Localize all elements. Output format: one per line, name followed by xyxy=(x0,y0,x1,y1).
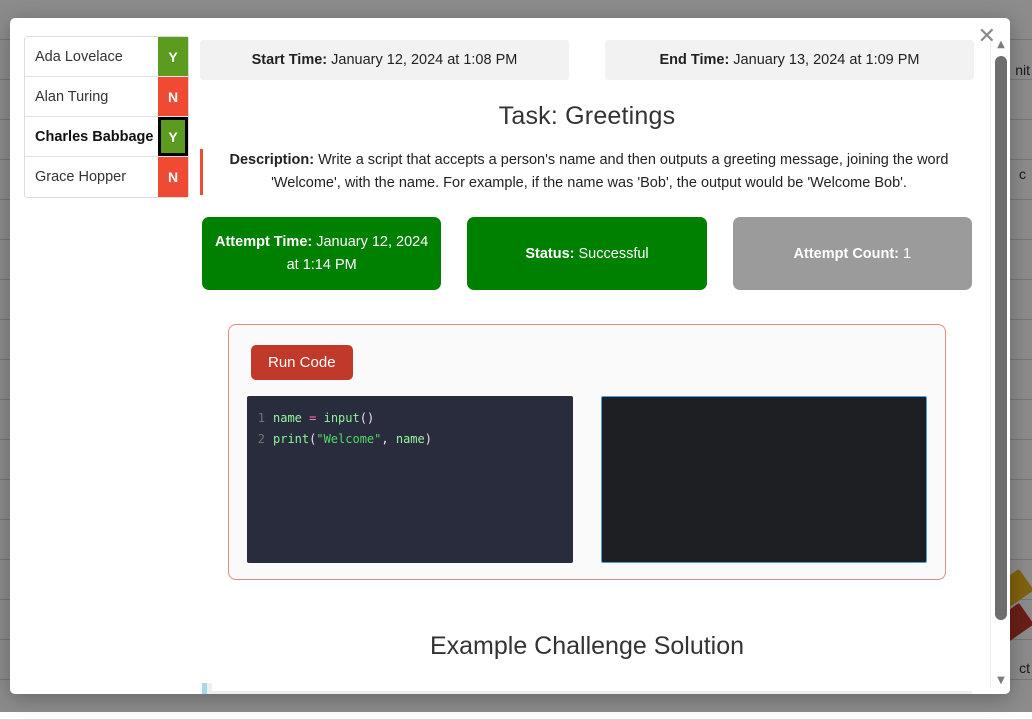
code-token: ( xyxy=(309,429,316,450)
list-item-selected[interactable]: Charles Babbage Y xyxy=(25,117,188,157)
status-label: Status: xyxy=(525,246,574,262)
code-token: name xyxy=(396,429,425,450)
scrollbar[interactable]: ▲ ▼ xyxy=(990,36,1010,688)
line-number: 2 xyxy=(247,429,273,450)
people-list: Ada Lovelace Y Alan Turing N Charles Bab… xyxy=(24,36,189,198)
run-code-button[interactable]: Run Code xyxy=(251,345,353,380)
code-runner-panel: Run Code 1 name = input() 2 print("Welco… xyxy=(228,324,946,580)
list-item[interactable]: Alan Turing N xyxy=(25,77,188,117)
code-token: input xyxy=(324,408,360,429)
code-token: , xyxy=(381,429,395,450)
code-token: print xyxy=(273,429,309,450)
example-top-strip xyxy=(212,683,972,691)
description-text: Write a script that accepts a person's n… xyxy=(271,152,948,191)
line-number: 1 xyxy=(247,408,273,429)
person-name: Grace Hopper xyxy=(25,157,158,197)
attempt-time-label: Attempt Time: xyxy=(215,234,312,250)
times-row: Start Time: January 12, 2024 at 1:08 PM … xyxy=(188,18,986,80)
runner-panes: 1 name = input() 2 print("Welcome", name… xyxy=(243,396,931,563)
modal-content: Start Time: January 12, 2024 at 1:08 PM … xyxy=(178,18,996,694)
status-cards-row: Attempt Time: January 12, 2024 at 1:14 P… xyxy=(202,217,972,290)
start-time-box: Start Time: January 12, 2024 at 1:08 PM xyxy=(200,40,569,80)
status-value: Successful xyxy=(574,246,648,262)
description-label: Description: xyxy=(229,152,314,168)
scroll-down-icon[interactable]: ▼ xyxy=(991,672,1010,688)
status-badge[interactable]: N xyxy=(158,157,188,197)
status-badge[interactable]: Y xyxy=(158,117,188,156)
list-item[interactable]: Grace Hopper N xyxy=(25,157,188,197)
code-editor[interactable]: 1 name = input() 2 print("Welcome", name… xyxy=(247,396,573,563)
list-item[interactable]: Ada Lovelace Y xyxy=(25,37,188,77)
status-badge[interactable]: Y xyxy=(158,37,188,76)
start-time-label: Start Time: xyxy=(252,52,327,68)
attempt-count-value: 1 xyxy=(899,246,911,262)
end-time-label: End Time: xyxy=(659,52,729,68)
person-name: Charles Babbage xyxy=(25,117,158,156)
code-line: 1 name = input() xyxy=(247,408,573,429)
code-token xyxy=(302,408,309,429)
code-token: = xyxy=(309,408,316,429)
person-name: Ada Lovelace xyxy=(25,37,158,76)
example-solution-block: name = input() xyxy=(202,683,972,694)
end-time-box: End Time: January 13, 2024 at 1:09 PM xyxy=(605,40,974,80)
attempt-time-card: Attempt Time: January 12, 2024 at 1:14 P… xyxy=(202,217,441,290)
code-token xyxy=(316,408,323,429)
code-token: () xyxy=(360,408,374,429)
start-time-value: January 12, 2024 at 1:08 PM xyxy=(327,52,517,68)
end-time-value: January 13, 2024 at 1:09 PM xyxy=(729,52,919,68)
person-name: Alan Turing xyxy=(25,77,158,116)
task-detail-modal: ✕ Ada Lovelace Y Alan Turing N Charles B… xyxy=(10,18,1010,694)
modal-scroll-body[interactable]: Start Time: January 12, 2024 at 1:08 PM … xyxy=(178,18,1010,694)
example-solution-title: Example Challenge Solution xyxy=(188,632,986,661)
close-icon[interactable]: ✕ xyxy=(978,26,996,48)
attempt-count-label: Attempt Count: xyxy=(794,246,900,262)
status-card: Status: Successful xyxy=(467,217,706,290)
attempt-count-card: Attempt Count: 1 xyxy=(733,217,972,290)
code-token: "Welcome" xyxy=(316,429,381,450)
code-token: ) xyxy=(425,429,432,450)
code-token: name xyxy=(273,408,302,429)
code-output-console[interactable] xyxy=(601,396,927,563)
task-description: Description: Write a script that accepts… xyxy=(202,149,972,195)
page-title: Task: Greetings xyxy=(188,102,986,131)
code-line: 2 print("Welcome", name) xyxy=(247,429,573,450)
scrollbar-thumb[interactable] xyxy=(995,56,1007,620)
status-badge[interactable]: N xyxy=(158,77,188,116)
